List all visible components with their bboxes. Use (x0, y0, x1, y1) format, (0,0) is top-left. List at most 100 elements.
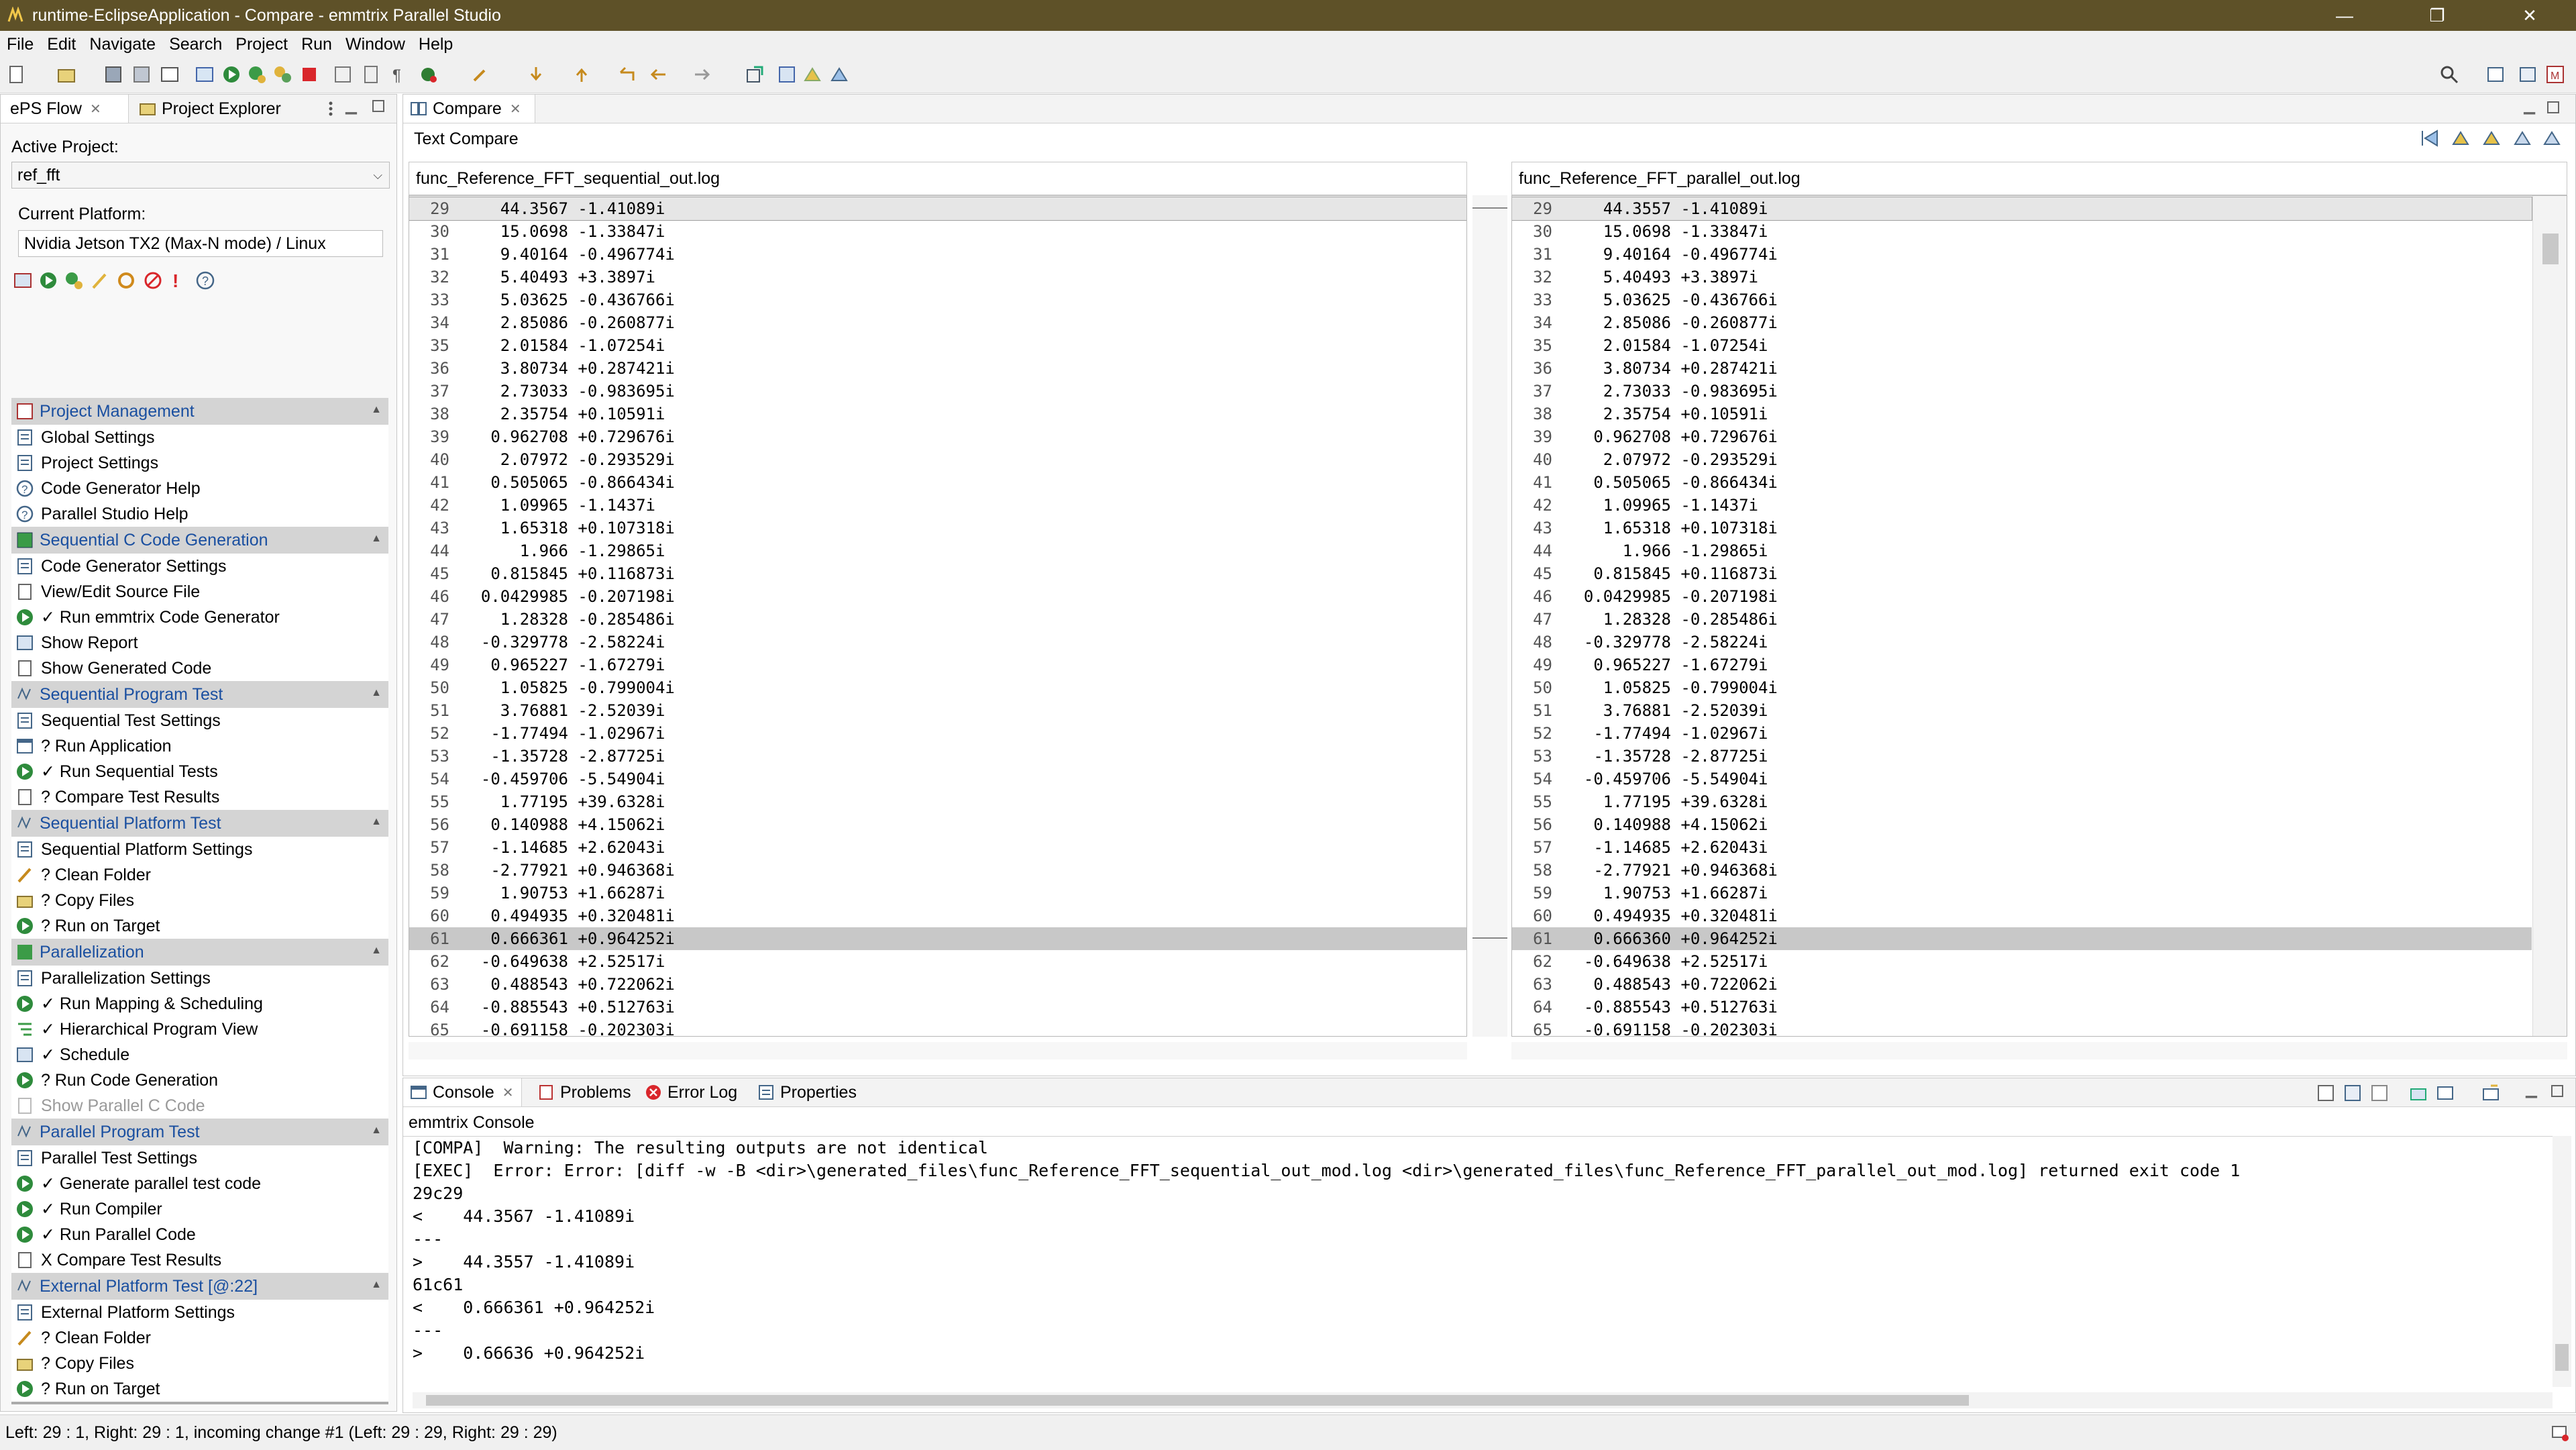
flow-item-hierarchical-program-view[interactable]: ✓ Hierarchical Program View (11, 1017, 388, 1042)
menu-project[interactable]: Project (229, 35, 294, 54)
next-diff-icon[interactable] (802, 64, 822, 85)
section-sequential-c-code-generation[interactable]: Sequential C Code Generation ▲ (11, 527, 388, 554)
right-hscrollbar[interactable] (1511, 1042, 2567, 1059)
minimize-editor-icon[interactable]: ▁ (2524, 97, 2535, 115)
open-perspective-icon[interactable] (2486, 64, 2506, 85)
menu-window[interactable]: Window (339, 35, 412, 54)
prev-annotation-icon[interactable] (572, 64, 592, 85)
console-vscrollbar[interactable] (2553, 1136, 2571, 1387)
collapse-icon[interactable]: ▲ (371, 687, 382, 699)
flow-item-external-platform-settings[interactable]: External Platform Settings (11, 1300, 388, 1325)
pin-console-icon[interactable] (2409, 1084, 2428, 1102)
collapse-icon[interactable]: ▲ (371, 533, 382, 545)
gears-icon[interactable] (272, 64, 292, 85)
flow-item-run-parallel-code[interactable]: ✓ Run Parallel Code (11, 1222, 388, 1247)
flow-item-compare-test-results-parallel[interactable]: X Compare Test Results (11, 1247, 388, 1273)
flow-item-run-code-generation[interactable]: ? Run Code Generation (11, 1068, 388, 1093)
menu-search[interactable]: Search (162, 35, 229, 54)
flow-item-run-on-target[interactable]: ? Run on Target (11, 913, 388, 939)
current-platform-field[interactable]: Nvidia Jetson TX2 (Max-N mode) / Linux (18, 230, 383, 257)
word-wrap-icon[interactable] (2370, 1084, 2389, 1102)
flow-item-show-report[interactable]: Show Report (11, 630, 388, 656)
close-window-button[interactable]: ✕ (2483, 0, 2576, 31)
flow-item-global-settings[interactable]: Global Settings (11, 425, 388, 450)
next-difference-icon[interactable] (2451, 128, 2471, 148)
open-project-icon[interactable] (56, 64, 76, 85)
tab-compare[interactable]: Compare ✕ (403, 95, 535, 123)
build-icon[interactable] (195, 64, 215, 85)
flow-item-schedule[interactable]: ✓ Schedule (11, 1042, 388, 1068)
flow-stop-icon[interactable] (143, 270, 163, 291)
doc-icon[interactable] (361, 64, 381, 85)
previous-difference-icon[interactable] (2481, 128, 2502, 148)
tab-console[interactable]: Console ✕ (403, 1078, 522, 1106)
minimize-view-icon[interactable]: ▁ (345, 97, 357, 115)
menu-file[interactable]: File (0, 35, 40, 54)
right-pane-scrollbar[interactable] (2532, 196, 2567, 1036)
flow-item-run-mapping-scheduling[interactable]: ✓ Run Mapping & Scheduling (11, 991, 388, 1017)
external-icon[interactable] (745, 64, 765, 85)
search-tool-icon[interactable] (471, 64, 491, 85)
close-icon[interactable]: ✕ (510, 101, 521, 117)
maximize-view-icon[interactable] (371, 99, 386, 113)
right-text-pane[interactable]: 29 44.3557 -1.41089i 30 15.0698 -1.33847… (1511, 195, 2567, 1037)
flow-warning-icon[interactable]: ! (172, 270, 178, 292)
display-console-icon[interactable] (2436, 1084, 2455, 1102)
menu-run[interactable]: Run (294, 35, 339, 54)
tab-problems[interactable]: Problems (531, 1078, 631, 1106)
flow-item-generate-parallel-test-code[interactable]: ✓ Generate parallel test code (11, 1171, 388, 1196)
flow-item-show-parallel-c-code[interactable]: Show Parallel C Code (11, 1093, 388, 1119)
flow-item-sequential-platform-settings[interactable]: Sequential Platform Settings (11, 837, 388, 862)
flow-item-run-sequential-tests[interactable]: ✓ Run Sequential Tests (11, 759, 388, 784)
run-multi-icon[interactable] (247, 64, 267, 85)
section-parallel-program-test[interactable]: Parallel Program Test ▲ (11, 1119, 388, 1145)
eps-perspective-icon[interactable]: M (2545, 64, 2565, 85)
close-icon[interactable]: ✕ (90, 101, 101, 117)
active-project-select[interactable]: ref_fft ⌵ (11, 162, 390, 189)
console-hscrollbar[interactable] (413, 1392, 2553, 1408)
section-sequential-program-test[interactable]: Sequential Program Test ▲ (11, 681, 388, 708)
copy-all-left-to-right-icon[interactable] (2420, 128, 2440, 148)
menu-navigate[interactable]: Navigate (83, 35, 162, 54)
run-green-icon[interactable] (221, 64, 241, 85)
search-icon[interactable] (2439, 64, 2459, 85)
flow-item-compare-test-results[interactable]: ? Compare Test Results (11, 784, 388, 810)
minimize-button[interactable]: — (2298, 0, 2391, 31)
last-edit-icon[interactable] (617, 64, 637, 85)
flow-item-code-generator-help[interactable]: ? Code Generator Help (11, 476, 388, 501)
flow-item-clean-folder[interactable]: ? Clean Folder (11, 862, 388, 888)
flow-item-show-generated-code[interactable]: Show Generated Code (11, 656, 388, 681)
collapse-icon[interactable]: ▲ (371, 945, 382, 957)
forward-icon[interactable] (692, 64, 712, 85)
open-console-icon[interactable] (2481, 1084, 2500, 1102)
prev-diff-icon[interactable] (829, 64, 849, 85)
maximize-editor-icon[interactable] (2546, 100, 2561, 115)
tab-properties[interactable]: Properties (751, 1078, 858, 1106)
restore-button[interactable]: ❐ (2391, 0, 2483, 31)
section-external-platform-test[interactable]: External Platform Test [@:22] ▲ (11, 1273, 388, 1300)
flow-item-copy-files[interactable]: ? Copy Files (11, 888, 388, 913)
next-change-icon[interactable] (2512, 128, 2532, 148)
new-icon[interactable] (7, 64, 27, 85)
stop-red-icon[interactable] (299, 64, 319, 85)
flow-item-clean-folder-external[interactable]: ? Clean Folder (11, 1325, 388, 1351)
flow-item-parallel-test-settings[interactable]: Parallel Test Settings (11, 1145, 388, 1171)
previous-change-icon[interactable] (2542, 128, 2562, 148)
clear-console-icon[interactable] (2316, 1084, 2335, 1102)
scroll-lock-icon[interactable] (2343, 1084, 2362, 1102)
section-project-management[interactable]: Project Management ▲ (11, 398, 388, 425)
left-text-pane[interactable]: 29 44.3567 -1.41089i 30 15.0698 -1.33847… (409, 195, 1467, 1037)
flow-edit-icon[interactable] (91, 270, 111, 291)
left-hscrollbar[interactable] (409, 1042, 1467, 1059)
flow-item-run-code-generator[interactable]: ✓ Run emmtrix Code Generator (11, 605, 388, 630)
flow-config-icon[interactable] (13, 270, 33, 291)
console-output[interactable]: [COMPA] Warning: The resulting outputs a… (403, 1136, 2554, 1388)
flow-item-run-on-target-external[interactable]: ? Run on Target (11, 1376, 388, 1402)
back-icon[interactable] (648, 64, 668, 85)
section-parallelization[interactable]: Parallelization ▲ (11, 939, 388, 966)
copy-diff-icon[interactable] (777, 64, 797, 85)
window-title-bar[interactable]: runtime-EclipseApplication - Compare - e… (0, 0, 2576, 31)
collapse-icon[interactable]: ▲ (371, 1279, 382, 1291)
flow-item-sequential-test-settings[interactable]: Sequential Test Settings (11, 708, 388, 733)
flow-item-run-compiler[interactable]: ✓ Run Compiler (11, 1196, 388, 1222)
